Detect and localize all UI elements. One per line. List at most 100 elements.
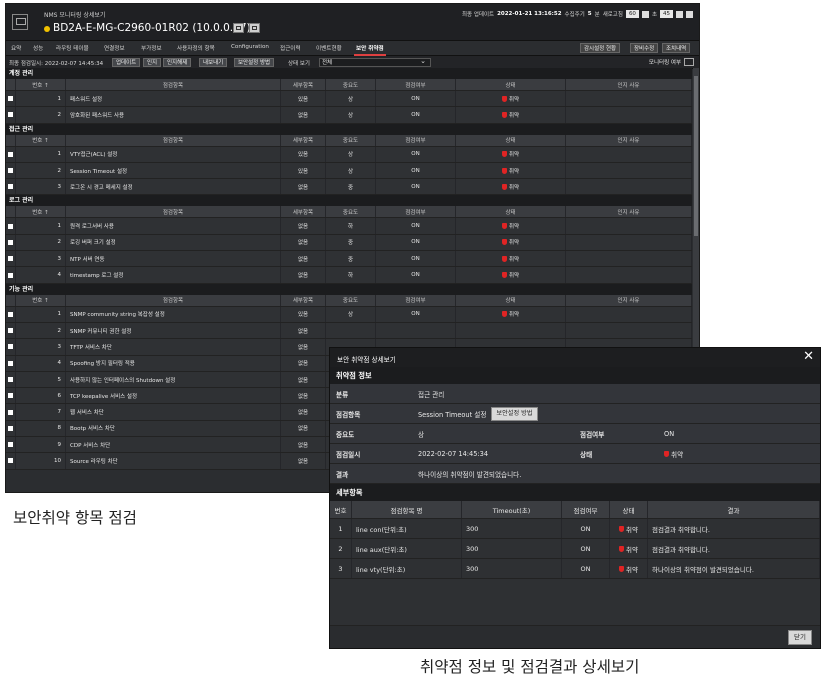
monitoring-icon[interactable]: [684, 57, 694, 66]
monitor-settings-button[interactable]: 감시설정 현황: [580, 43, 621, 53]
row-checkbox[interactable]: [8, 151, 13, 157]
tab-connection[interactable]: 연결정보: [104, 44, 125, 52]
column-header[interactable]: 점검항목: [66, 79, 281, 90]
row-checkbox[interactable]: [8, 96, 13, 102]
export-button[interactable]: 내보내기: [199, 57, 228, 67]
column-header[interactable]: 중요도: [326, 134, 376, 146]
column-header[interactable]: 번호 ↑: [16, 134, 66, 146]
column-header[interactable]: 세부항목: [281, 79, 326, 90]
table-row[interactable]: 2 로깅 버퍼 크기 설정 없음 중 ON 취약: [6, 234, 692, 252]
tab-configuration[interactable]: Configuration: [231, 44, 269, 50]
column-header[interactable]: 번호 ↑: [16, 294, 66, 306]
row-checkbox[interactable]: [8, 344, 13, 350]
row-checkbox[interactable]: [8, 377, 13, 382]
tab-performance[interactable]: 성능: [33, 44, 43, 52]
table-row[interactable]: 1 SNMP community string 복잡성 설정 있음 상 ON 취약: [6, 306, 692, 323]
reload-icon[interactable]: [686, 10, 693, 18]
scrollbar-thumb[interactable]: [694, 76, 698, 236]
row-checkbox[interactable]: [8, 184, 13, 190]
row-checkbox[interactable]: [8, 393, 13, 399]
column-header[interactable]: 세부항목: [281, 206, 326, 218]
column-header[interactable]: 세부항목: [281, 294, 326, 306]
column-header[interactable]: 점검여부: [376, 206, 456, 218]
tab-access-history[interactable]: 접근이력: [280, 44, 301, 52]
column-header[interactable]: 인지 사유: [566, 79, 692, 90]
column-header[interactable]: 번호 ↑: [16, 79, 66, 90]
column-header[interactable]: 점검항목: [66, 206, 281, 218]
tab-summary[interactable]: 요약: [11, 44, 21, 52]
close-button[interactable]: 닫기: [788, 630, 812, 645]
column-header[interactable]: 인지 사유: [566, 206, 692, 218]
check-item-name: 사용하지 않는 인터페이스의 Shutdown 설정: [66, 371, 281, 388]
row-checkbox[interactable]: [8, 223, 13, 229]
edit-device-button[interactable]: 장비수정: [630, 43, 659, 53]
tab-security-vulnerability[interactable]: 보안 취약점: [354, 44, 386, 56]
column-header[interactable]: 중요도: [326, 79, 376, 90]
security-method-button[interactable]: 보안설정 방법: [234, 57, 275, 67]
table-row[interactable]: 2 Session Timeout 설정 있음 상 ON 취약: [6, 162, 692, 180]
column-header[interactable]: 점검여부: [376, 134, 456, 146]
column-header[interactable]: 상태: [456, 79, 566, 90]
tab-custom-items[interactable]: 사용자정의 항목: [177, 44, 215, 52]
detail-column-header[interactable]: 상태: [610, 501, 648, 518]
row-checkbox[interactable]: [8, 442, 13, 448]
table-row[interactable]: 3 로그온 시 경고 메세지 설정 없음 중 ON 취약: [6, 179, 692, 196]
detail-flag: 없음: [281, 388, 326, 404]
column-header[interactable]: 중요도: [326, 206, 376, 218]
column-header[interactable]: 상태: [456, 294, 566, 306]
item-value-wrap: Session Timeout 설정 보안설정 방법: [418, 404, 538, 423]
row-checkbox[interactable]: [8, 272, 13, 278]
refresh-select[interactable]: 60: [625, 10, 639, 18]
column-header[interactable]: 상태: [456, 206, 566, 218]
column-header[interactable]: 인지 사유: [566, 134, 692, 146]
tab-routing-table[interactable]: 라우팅 테이블: [56, 44, 89, 52]
action-history-button[interactable]: 조치내역: [662, 43, 691, 53]
tab-extra-info[interactable]: 부가정보: [141, 44, 162, 52]
unacknowledge-button[interactable]: 인지해제: [163, 57, 192, 67]
row-checkbox[interactable]: [8, 168, 13, 174]
table-row[interactable]: 2 SNMP 커뮤니티 권한 설정 없음: [6, 322, 692, 340]
detail-column-header[interactable]: 결과: [648, 501, 820, 518]
tab-event-status[interactable]: 이벤트현황: [316, 44, 342, 52]
refresh-dropdown-icon[interactable]: [641, 10, 649, 18]
column-header[interactable]: 점검여부: [376, 79, 456, 90]
pause-icon[interactable]: [676, 10, 683, 18]
table-row[interactable]: 3 NTP 서버 연동 없음 중 ON 취약: [6, 251, 692, 268]
column-header[interactable]: 점검항목: [66, 294, 281, 306]
table-row[interactable]: 1 VTY접근(ACL) 설정 있음 상 ON 취약: [6, 146, 692, 163]
close-icon[interactable]: ✕: [803, 349, 814, 364]
device-info-icon[interactable]: [233, 23, 244, 33]
table-row[interactable]: 1 패스워드 설정 있음 상 ON 취약: [6, 91, 692, 108]
detail-column-header[interactable]: Timeout(초): [462, 501, 562, 518]
row-checkbox[interactable]: [8, 239, 13, 245]
caption-left: 보안취약 항목 점검: [13, 509, 137, 527]
monitoring-toggle[interactable]: 모니터링 여부: [649, 57, 694, 66]
row-checkbox[interactable]: [8, 409, 13, 415]
column-header[interactable]: 상태: [456, 134, 566, 146]
column-header[interactable]: 점검항목: [66, 134, 281, 146]
security-method-modal-button[interactable]: 보안설정 방법: [491, 406, 538, 421]
row-checkbox[interactable]: [8, 458, 13, 464]
state-filter-select[interactable]: 전체: [319, 57, 431, 67]
row-checkbox[interactable]: [8, 425, 13, 431]
column-header[interactable]: 점검여부: [376, 294, 456, 306]
detail-column-header[interactable]: 점검항목 명: [352, 501, 462, 518]
update-button[interactable]: 업데이트: [112, 57, 141, 67]
date-label: 점검일시: [336, 450, 361, 459]
row-checkbox[interactable]: [8, 256, 13, 262]
column-header[interactable]: 세부항목: [281, 134, 326, 146]
row-checkbox[interactable]: [8, 360, 13, 366]
column-header[interactable]: 중요도: [326, 294, 376, 306]
table-row[interactable]: 1 원격 로그서버 사용 없음 하 ON 취약: [6, 218, 692, 235]
column-header[interactable]: 번호 ↑: [16, 206, 66, 218]
table-row[interactable]: 4 timestamp 로그 설정 없음 하 ON 취약: [6, 267, 692, 284]
row-checkbox[interactable]: [8, 311, 13, 317]
row-checkbox[interactable]: [8, 112, 13, 118]
detail-column-header[interactable]: 번호: [330, 501, 352, 518]
table-row[interactable]: 2 암호화된 패스워드 사용 없음 상 ON 취약: [6, 107, 692, 124]
column-header[interactable]: 인지 사유: [566, 294, 692, 306]
acknowledge-button[interactable]: 인지: [143, 57, 162, 67]
device-grid-icon[interactable]: [249, 23, 260, 33]
row-checkbox[interactable]: [8, 328, 13, 334]
detail-column-header[interactable]: 점검여부: [562, 501, 610, 518]
